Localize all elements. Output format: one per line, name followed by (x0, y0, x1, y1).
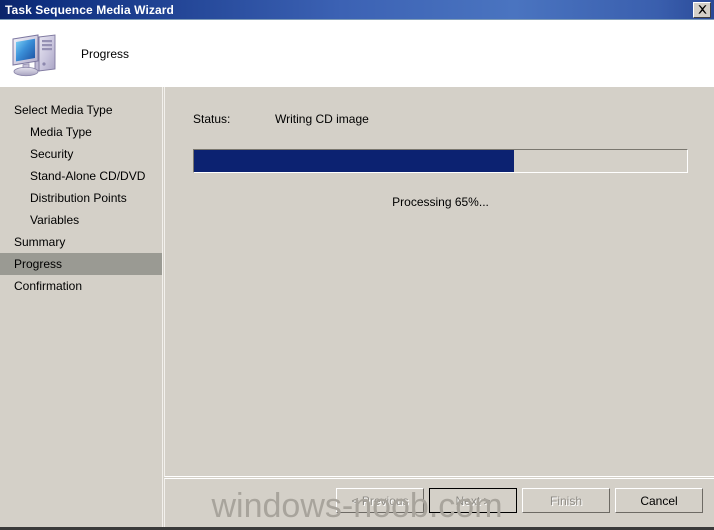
next-button-label: Next > (455, 493, 491, 508)
window-title: Task Sequence Media Wizard (5, 2, 174, 17)
sidebar-item-progress[interactable]: Progress (0, 253, 162, 275)
sidebar-item-select-media-type[interactable]: Select Media Type (0, 99, 162, 121)
wizard-window: Task Sequence Media Wizard Progress Sele… (0, 0, 714, 530)
finish-button-label: Finish (549, 493, 582, 508)
wizard-footer: < Previous Next > Finish Cancel (164, 478, 714, 530)
previous-button-label: < Previous (351, 493, 409, 508)
sidebar-item-variables[interactable]: Variables (0, 209, 162, 231)
progress-bar-fill (194, 150, 515, 172)
progress-status-text: Processing 65%... (392, 195, 489, 209)
close-button[interactable] (693, 1, 711, 18)
computer-icon (12, 33, 56, 76)
sidebar-item-confirmation[interactable]: Confirmation (0, 275, 162, 297)
previous-button[interactable]: < Previous (336, 488, 424, 513)
wizard-content-pane: Status: Writing CD image Processing 65%.… (164, 87, 714, 477)
wizard-header: Progress (0, 20, 714, 87)
status-value: Writing CD image (275, 112, 369, 126)
status-row: Status: Writing CD image (193, 112, 369, 126)
cancel-button[interactable]: Cancel (615, 488, 703, 513)
sidebar-item-stand-alone-cd-dvd[interactable]: Stand-Alone CD/DVD (0, 165, 162, 187)
page-title: Progress (81, 46, 130, 61)
title-bar: Task Sequence Media Wizard (0, 0, 714, 20)
status-label: Status: (193, 112, 231, 126)
cancel-button-label: Cancel (640, 493, 678, 508)
sidebar-item-security[interactable]: Security (0, 143, 162, 165)
sidebar-item-distribution-points[interactable]: Distribution Points (0, 187, 162, 209)
wizard-step-list: Select Media Type Media Type Security St… (0, 87, 163, 530)
sidebar-item-summary[interactable]: Summary (0, 231, 162, 253)
close-icon (697, 5, 707, 14)
sidebar-item-media-type[interactable]: Media Type (0, 121, 162, 143)
footer-button-row: < Previous Next > Finish Cancel (336, 488, 703, 513)
finish-button[interactable]: Finish (522, 488, 610, 513)
next-button[interactable]: Next > (429, 488, 517, 513)
progress-bar (193, 149, 688, 173)
